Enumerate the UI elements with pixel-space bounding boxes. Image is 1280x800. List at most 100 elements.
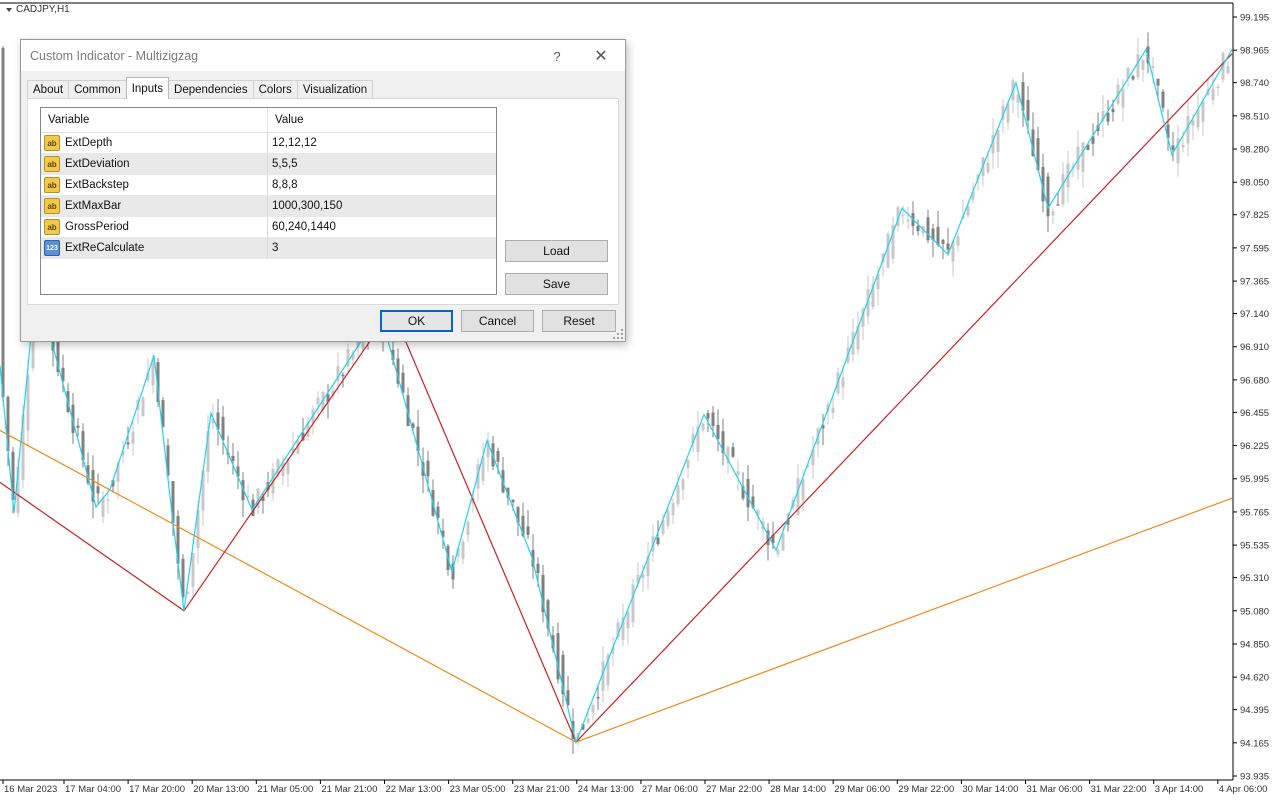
y-tick-label: 93.935: [1240, 772, 1269, 783]
candle-body: [626, 611, 630, 629]
table-row[interactable]: ab ExtMaxBar 1000,300,150: [41, 196, 496, 217]
candle-body: [631, 584, 635, 622]
candle-body: [106, 499, 110, 501]
candle-body: [231, 456, 235, 462]
x-tick-label: 23 Mar 21:00: [514, 784, 570, 795]
candle-body: [676, 485, 680, 505]
x-tick-label: 17 Mar 20:00: [129, 784, 185, 795]
candle-body: [1191, 120, 1195, 126]
save-button[interactable]: Save: [505, 273, 608, 295]
variable-cell: ab ExtDepth: [41, 133, 268, 153]
symbol-label: CADJPY,H1: [16, 4, 70, 15]
y-tick-label: 98.050: [1240, 178, 1269, 189]
tab-about[interactable]: About: [27, 80, 70, 99]
dialog-titlebar[interactable]: Custom Indicator - Multizigzag ? ✕: [21, 40, 625, 71]
candle-body: [671, 502, 675, 516]
table-row[interactable]: 123 ExtReCalculate 3: [41, 238, 496, 259]
x-tick-label: 3 Apr 14:00: [1155, 784, 1204, 795]
candle-body: [1026, 100, 1030, 121]
x-tick-label: 28 Mar 14:00: [770, 784, 826, 795]
tab-colors[interactable]: Colors: [252, 80, 298, 99]
candle-body: [776, 550, 780, 555]
ok-button[interactable]: OK: [380, 310, 453, 332]
x-tick-label: 20 Mar 13:00: [193, 784, 249, 795]
candle-body: [801, 478, 805, 501]
candle-body: [926, 217, 930, 241]
x-tick-label: 31 Mar 22:00: [1091, 784, 1147, 795]
dialog-title: Custom Indicator - Multizigzag: [30, 48, 199, 63]
candle-body: [596, 696, 600, 699]
candle-body: [1056, 204, 1060, 206]
value-cell[interactable]: 60,240,1440: [268, 217, 496, 237]
candle-body: [526, 526, 530, 535]
y-tick-label: 99.195: [1240, 13, 1269, 24]
variable-name: ExtMaxBar: [65, 200, 122, 212]
candle-body: [511, 499, 515, 503]
candle-body: [1046, 176, 1050, 217]
value-cell[interactable]: 12,12,12: [268, 133, 496, 153]
table-row[interactable]: ab ExtBackstep 8,8,8: [41, 175, 496, 196]
candle-body: [126, 442, 130, 445]
candle-body: [716, 424, 720, 439]
candle-body: [496, 451, 500, 462]
candle-body: [131, 431, 135, 444]
candle-body: [656, 537, 660, 545]
y-tick-label: 95.765: [1240, 507, 1269, 518]
y-tick-label: 94.395: [1240, 705, 1269, 716]
candle-body: [1136, 54, 1140, 78]
x-tick-label: 27 Mar 06:00: [642, 784, 698, 795]
candle-body: [221, 416, 225, 441]
candle-body: [996, 129, 1000, 152]
table-row[interactable]: ab GrossPeriod 60,240,1440: [41, 217, 496, 238]
x-tick-label: 27 Mar 22:00: [706, 784, 762, 795]
y-tick-label: 96.225: [1240, 441, 1269, 452]
value-cell[interactable]: 5,5,5: [268, 154, 496, 174]
candle-body: [1051, 211, 1055, 216]
y-tick-label: 94.850: [1240, 639, 1269, 650]
candle-body: [1161, 91, 1165, 108]
resize-grip-icon[interactable]: [613, 329, 623, 339]
string-type-icon: ab: [44, 219, 60, 235]
candle-body: [831, 407, 835, 414]
cancel-button[interactable]: Cancel: [461, 310, 534, 332]
candle-body: [1156, 78, 1160, 86]
header-value[interactable]: Value: [268, 108, 304, 132]
variable-cell: ab ExtDeviation: [41, 154, 268, 174]
candle-body: [1106, 112, 1110, 122]
tab-visualization[interactable]: Visualization: [296, 80, 374, 99]
reset-button[interactable]: Reset: [542, 310, 616, 332]
candle-body: [1081, 142, 1085, 172]
candle-body: [731, 447, 735, 457]
value-cell[interactable]: 3: [268, 238, 496, 258]
close-icon[interactable]: ✕: [585, 44, 617, 68]
header-variable[interactable]: Variable: [41, 108, 268, 132]
table-row[interactable]: ab ExtDepth 12,12,12: [41, 133, 496, 154]
variable-name: ExtDepth: [65, 137, 113, 149]
candle-body: [701, 423, 705, 431]
candle-body: [986, 162, 990, 173]
y-tick-label: 97.365: [1240, 277, 1269, 288]
candle-body: [591, 704, 595, 713]
tab-inputs[interactable]: Inputs: [125, 77, 170, 99]
variable-cell: 123 ExtReCalculate: [41, 238, 268, 258]
tab-dependencies[interactable]: Dependencies: [168, 80, 254, 99]
variable-name: ExtReCalculate: [65, 242, 145, 254]
string-type-icon: ab: [44, 177, 60, 193]
string-type-icon: ab: [44, 135, 60, 151]
chart-menu-triangle-icon[interactable]: [6, 7, 12, 12]
candle-body: [686, 459, 690, 469]
x-tick-label: 24 Mar 13:00: [578, 784, 634, 795]
y-tick-label: 97.140: [1240, 309, 1269, 320]
chart-symbol-title[interactable]: CADJPY,H1: [6, 4, 70, 15]
load-button[interactable]: Load: [505, 240, 608, 262]
tab-common[interactable]: Common: [68, 80, 127, 99]
candle-body: [586, 718, 590, 723]
candle-body: [1151, 65, 1155, 68]
candle-body: [1181, 144, 1185, 148]
help-button[interactable]: ?: [541, 44, 573, 68]
string-type-icon: ab: [44, 156, 60, 172]
value-cell[interactable]: 8,8,8: [268, 175, 496, 195]
value-cell[interactable]: 1000,300,150: [268, 196, 496, 216]
candle-body: [1211, 88, 1215, 100]
table-row[interactable]: ab ExtDeviation 5,5,5: [41, 154, 496, 175]
